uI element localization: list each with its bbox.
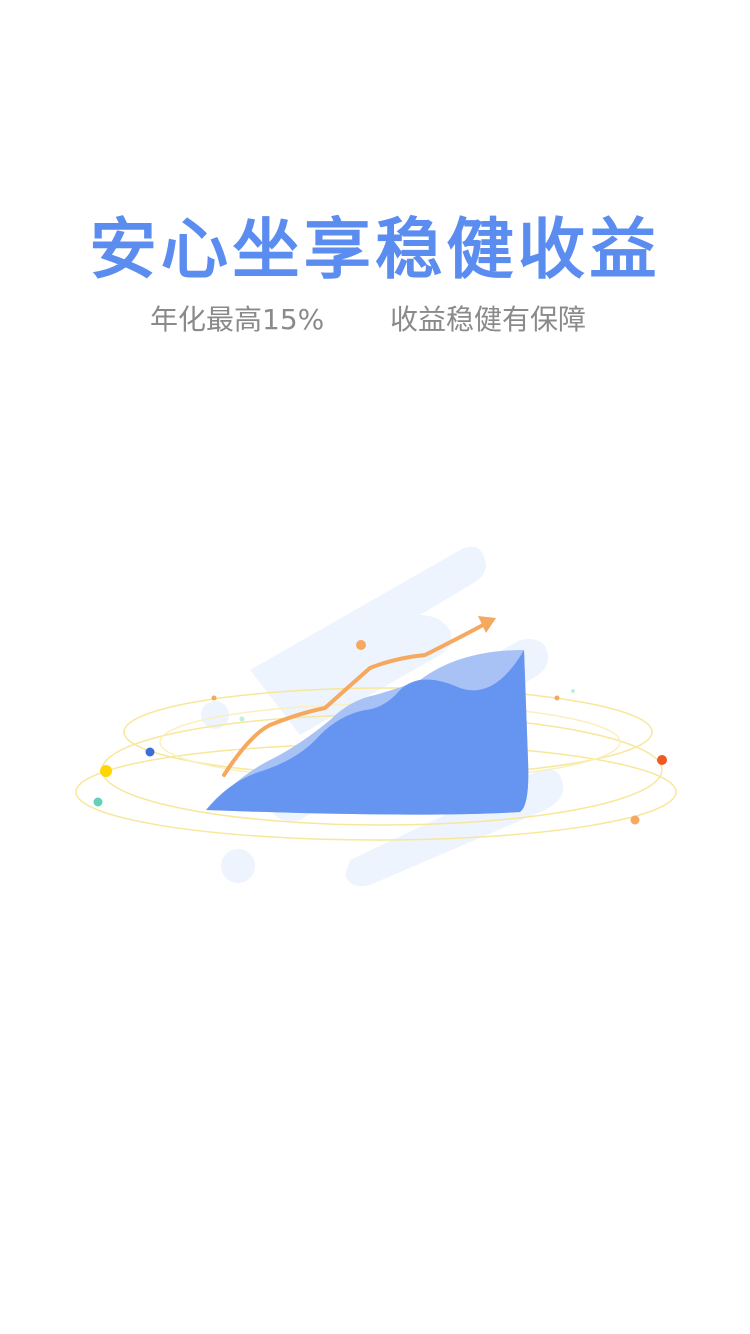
page-title: 安心坐享稳健收益 xyxy=(89,211,661,288)
safety-tagline: 收益稳健有保障 xyxy=(390,303,587,336)
rising-chart-illustration xyxy=(75,546,677,887)
splash-screen: 安心坐享稳健收益 年化最高15% 收益稳健有保障 xyxy=(0,0,750,1334)
annual-yield-tagline: 年化最高15% xyxy=(150,303,325,336)
